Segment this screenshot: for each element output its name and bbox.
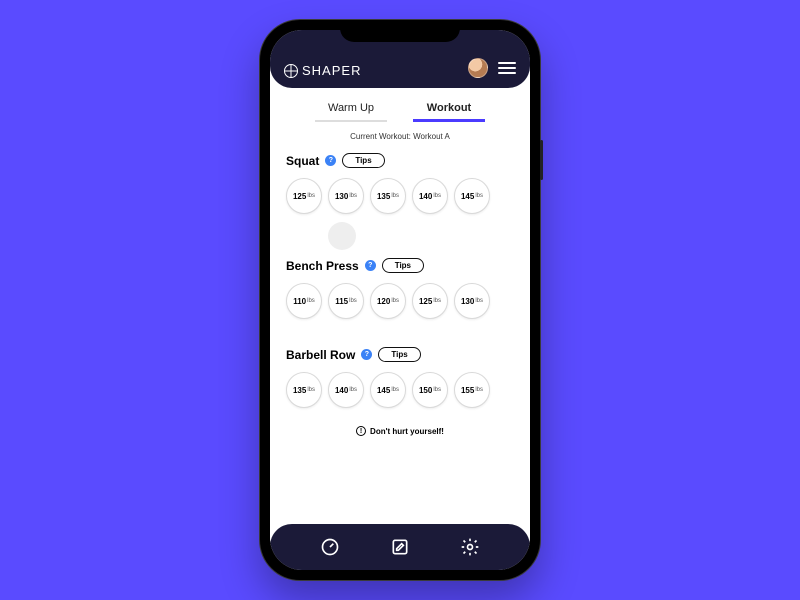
help-icon[interactable]: ?	[361, 349, 372, 360]
logo-icon	[284, 64, 298, 78]
top-right	[468, 58, 516, 78]
tab-workout[interactable]: Workout	[413, 102, 485, 122]
avatar[interactable]	[468, 58, 488, 78]
menu-icon[interactable]	[498, 62, 516, 74]
phone-frame: SHAPER Warm Up Workout Current Workout: …	[260, 20, 540, 580]
set-circle[interactable]: 145lbs	[370, 372, 406, 408]
sets-row: 135lbs 140lbs 145lbs 150lbs 155lbs	[286, 372, 514, 408]
set-circle[interactable]: 145lbs	[454, 178, 490, 214]
set-circle[interactable]: 125lbs	[286, 178, 322, 214]
set-circle[interactable]: 135lbs	[286, 372, 322, 408]
tabs: Warm Up Workout	[286, 102, 514, 122]
warning-text: Don't hurt yourself!	[370, 427, 444, 436]
tips-button[interactable]: Tips	[382, 258, 424, 273]
set-circle[interactable]: 140lbs	[328, 372, 364, 408]
set-circle[interactable]: 135lbs	[370, 178, 406, 214]
exercise-barbell-row: Barbell Row ? Tips 135lbs 140lbs 145lbs …	[286, 347, 514, 408]
dashboard-icon[interactable]	[320, 537, 340, 557]
set-circle[interactable]: 155lbs	[454, 372, 490, 408]
set-circle[interactable]: 140lbs	[412, 178, 448, 214]
exercise-name: Barbell Row	[286, 348, 355, 362]
edit-icon[interactable]	[390, 537, 410, 557]
current-workout-label: Current Workout: Workout A	[286, 132, 514, 141]
set-circle[interactable]: 115lbs	[328, 283, 364, 319]
tab-warmup[interactable]: Warm Up	[315, 102, 387, 122]
gear-icon[interactable]	[460, 537, 480, 557]
exercise-name: Squat	[286, 154, 319, 168]
bottom-nav	[270, 524, 530, 570]
set-circle[interactable]: 125lbs	[412, 283, 448, 319]
brand: SHAPER	[284, 63, 361, 78]
exercise-name: Bench Press	[286, 259, 359, 273]
sets-row: 110lbs 115lbs 120lbs 125lbs 130lbs	[286, 283, 514, 319]
ghost-circle	[328, 222, 356, 250]
exercise-squat: Squat ? Tips 125lbs 130lbs 135lbs 140lbs…	[286, 153, 514, 214]
screen: SHAPER Warm Up Workout Current Workout: …	[270, 30, 530, 570]
set-circle[interactable]: 130lbs	[328, 178, 364, 214]
help-icon[interactable]: ?	[325, 155, 336, 166]
warning-icon	[356, 426, 366, 436]
set-circle[interactable]: 130lbs	[454, 283, 490, 319]
sets-row: 125lbs 130lbs 135lbs 140lbs 145lbs	[286, 178, 514, 214]
set-circle[interactable]: 110lbs	[286, 283, 322, 319]
notch	[340, 20, 460, 42]
help-icon[interactable]: ?	[365, 260, 376, 271]
warning: Don't hurt yourself!	[286, 426, 514, 436]
tips-button[interactable]: Tips	[342, 153, 384, 168]
tips-button[interactable]: Tips	[378, 347, 420, 362]
exercise-bench-press: Bench Press ? Tips 110lbs 115lbs 120lbs …	[286, 258, 514, 319]
set-circle[interactable]: 120lbs	[370, 283, 406, 319]
content: Warm Up Workout Current Workout: Workout…	[270, 88, 530, 524]
brand-text: SHAPER	[302, 63, 361, 78]
set-circle[interactable]: 150lbs	[412, 372, 448, 408]
